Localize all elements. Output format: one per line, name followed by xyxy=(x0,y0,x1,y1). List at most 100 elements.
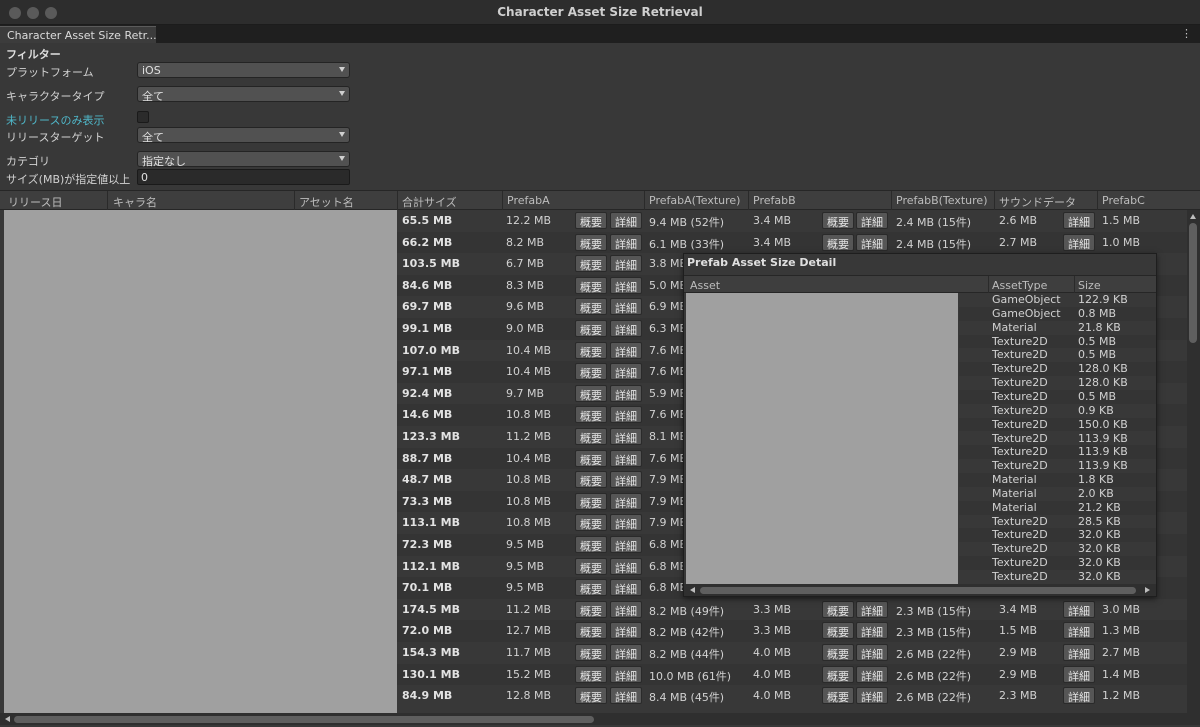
prefab-a-summary-button[interactable]: 概要 xyxy=(575,557,607,575)
prefab-b-summary-button[interactable]: 概要 xyxy=(822,687,854,705)
sound-detail-button[interactable]: 詳細 xyxy=(1063,622,1095,640)
prefab-a-detail-button[interactable]: 詳細 xyxy=(610,665,642,683)
sound-detail-button[interactable]: 詳細 xyxy=(1063,212,1095,229)
sound-detail-button[interactable]: 詳細 xyxy=(1063,600,1095,618)
popup-table-row[interactable]: Material 21.2 KB xyxy=(959,500,1156,515)
more-menu-icon[interactable]: ⋮ xyxy=(1181,27,1192,40)
column-header-asset-name[interactable]: アセット名 xyxy=(299,194,354,210)
scroll-left-icon[interactable] xyxy=(5,716,10,722)
prefab-a-detail-button[interactable]: 詳細 xyxy=(610,212,642,229)
prefab-b-detail-button[interactable]: 詳細 xyxy=(856,212,888,229)
popup-table-row[interactable]: Material 1.8 KB xyxy=(959,473,1156,487)
prefab-a-detail-button[interactable]: 詳細 xyxy=(610,363,642,381)
column-header-prefab-c[interactable]: PrefabC xyxy=(1102,194,1145,207)
prefab-a-summary-button[interactable]: 概要 xyxy=(575,406,607,424)
prefab-a-detail-button[interactable]: 詳細 xyxy=(610,471,642,489)
prefab-a-summary-button[interactable]: 概要 xyxy=(575,428,607,445)
prefab-a-detail-button[interactable]: 詳細 xyxy=(610,255,642,273)
prefab-b-detail-button[interactable]: 詳細 xyxy=(856,665,888,683)
prefab-b-detail-button[interactable]: 詳細 xyxy=(856,600,888,618)
prefab-a-detail-button[interactable]: 詳細 xyxy=(610,406,642,424)
popup-column-header-asset[interactable]: Asset xyxy=(690,279,720,292)
prefab-a-summary-button[interactable]: 概要 xyxy=(575,276,607,294)
column-header-total-size[interactable]: 合計サイズ xyxy=(402,194,457,210)
prefab-b-detail-button[interactable]: 詳細 xyxy=(856,687,888,705)
horizontal-scrollbar[interactable] xyxy=(0,713,1200,725)
popup-table-row[interactable]: Texture2D 150.0 KB xyxy=(959,417,1156,432)
prefab-b-summary-button[interactable]: 概要 xyxy=(822,233,854,251)
popup-table-row[interactable]: Texture2D 32.0 KB xyxy=(959,542,1156,556)
popup-table-row[interactable]: Material 21.8 KB xyxy=(959,321,1156,335)
prefab-a-detail-button[interactable]: 詳細 xyxy=(610,687,642,705)
prefab-a-summary-button[interactable]: 概要 xyxy=(575,298,607,316)
table-row[interactable]: 65.5 MB 12.2 MB 9.4 MB (52件) 3.4 MB 2.4 MB (… xyxy=(397,210,1187,232)
prefab-a-detail-button[interactable]: 詳細 xyxy=(610,233,642,251)
popup-column-header-size[interactable]: Size xyxy=(1078,279,1101,292)
prefab-b-detail-button[interactable]: 詳細 xyxy=(856,233,888,251)
popup-table-row[interactable]: Texture2D 32.0 KB xyxy=(959,528,1156,543)
popup-table-row[interactable]: Texture2D 0.5 MB xyxy=(959,348,1156,362)
prefab-a-summary-button[interactable]: 概要 xyxy=(575,233,607,251)
popup-table-row[interactable]: GameObject 122.9 KB xyxy=(959,293,1156,307)
table-row[interactable]: 154.3 MB 11.7 MB 8.2 MB (44件) 4.0 MB 2.6 MB … xyxy=(397,642,1187,664)
character-type-dropdown[interactable]: 全て xyxy=(137,86,350,103)
prefab-a-detail-button[interactable]: 詳細 xyxy=(610,557,642,575)
sound-detail-button[interactable]: 詳細 xyxy=(1063,665,1095,683)
prefab-a-detail-button[interactable]: 詳細 xyxy=(610,536,642,553)
column-header-sound-data[interactable]: サウンドデータ xyxy=(999,194,1076,210)
table-row[interactable]: 174.5 MB 11.2 MB 8.2 MB (49件) 3.3 MB 2.3 MB … xyxy=(397,599,1187,621)
prefab-a-summary-button[interactable]: 概要 xyxy=(575,255,607,273)
popup-table-row[interactable]: Texture2D 113.9 KB xyxy=(959,432,1156,446)
column-header-prefab-b[interactable]: PrefabB xyxy=(753,194,796,207)
popup-table-row[interactable]: Texture2D 113.9 KB xyxy=(959,459,1156,473)
prefab-a-summary-button[interactable]: 概要 xyxy=(575,622,607,640)
release-target-dropdown[interactable]: 全て xyxy=(137,127,350,144)
prefab-a-summary-button[interactable]: 概要 xyxy=(575,687,607,705)
prefab-a-detail-button[interactable]: 詳細 xyxy=(610,622,642,640)
prefab-a-summary-button[interactable]: 概要 xyxy=(575,320,607,337)
sound-detail-button[interactable]: 詳細 xyxy=(1063,644,1095,661)
prefab-a-detail-button[interactable]: 詳細 xyxy=(610,600,642,618)
popup-horizontal-scrollbar[interactable] xyxy=(684,584,1156,596)
popup-column-header-asset-type[interactable]: AssetType xyxy=(992,279,1047,292)
prefab-a-detail-button[interactable]: 詳細 xyxy=(610,341,642,359)
prefab-b-summary-button[interactable]: 概要 xyxy=(822,600,854,618)
column-header-character-name[interactable]: キャラ名 xyxy=(113,194,157,210)
prefab-b-summary-button[interactable]: 概要 xyxy=(822,665,854,683)
prefab-b-detail-button[interactable]: 詳細 xyxy=(856,644,888,661)
popup-table-row[interactable]: Texture2D 0.5 MB xyxy=(959,334,1156,349)
prefab-a-summary-button[interactable]: 概要 xyxy=(575,449,607,467)
popup-table-row[interactable]: Texture2D 128.0 KB xyxy=(959,362,1156,377)
prefab-b-summary-button[interactable]: 概要 xyxy=(822,622,854,640)
vertical-scroll-thumb[interactable] xyxy=(1189,223,1197,343)
prefab-a-summary-button[interactable]: 概要 xyxy=(575,644,607,661)
prefab-a-detail-button[interactable]: 詳細 xyxy=(610,644,642,661)
prefab-a-summary-button[interactable]: 概要 xyxy=(575,471,607,489)
prefab-a-summary-button[interactable]: 概要 xyxy=(575,212,607,229)
platform-dropdown[interactable]: iOS xyxy=(137,62,350,78)
popup-table-row[interactable]: Texture2D 113.9 KB xyxy=(959,445,1156,460)
tab-character-asset-size[interactable]: Character Asset Size Retr... xyxy=(0,26,156,43)
table-row[interactable]: 66.2 MB 8.2 MB 6.1 MB (33件) 3.4 MB 2.4 MB (1… xyxy=(397,231,1187,254)
sound-detail-button[interactable]: 詳細 xyxy=(1063,233,1095,251)
popup-table-row[interactable]: Texture2D 28.5 KB xyxy=(959,515,1156,529)
prefab-b-summary-button[interactable]: 概要 xyxy=(822,212,854,229)
prefab-b-summary-button[interactable]: 概要 xyxy=(822,644,854,661)
column-header-prefab-b-texture[interactable]: PrefabB(Texture) xyxy=(896,194,987,207)
prefab-a-detail-button[interactable]: 詳細 xyxy=(610,428,642,445)
table-row[interactable]: 84.9 MB 12.8 MB 8.4 MB (45件) 4.0 MB 2.6 MB (… xyxy=(397,685,1187,707)
popup-table-row[interactable]: Material 2.0 KB xyxy=(959,487,1156,501)
popup-table-row[interactable]: Texture2D 0.5 MB xyxy=(959,389,1156,404)
prefab-a-summary-button[interactable]: 概要 xyxy=(575,384,607,402)
prefab-a-detail-button[interactable]: 詳細 xyxy=(610,449,642,467)
scroll-left-icon[interactable] xyxy=(690,587,695,593)
prefab-b-detail-button[interactable]: 詳細 xyxy=(856,622,888,640)
column-header-release-date[interactable]: リリース日 xyxy=(8,194,62,210)
column-header-prefab-a[interactable]: PrefabA xyxy=(507,194,550,207)
prefab-a-detail-button[interactable]: 詳細 xyxy=(610,384,642,402)
prefab-a-detail-button[interactable]: 詳細 xyxy=(610,579,642,597)
popup-table-row[interactable]: Texture2D 0.9 KB xyxy=(959,404,1156,418)
prefab-a-detail-button[interactable]: 詳細 xyxy=(610,492,642,510)
prefab-a-detail-button[interactable]: 詳細 xyxy=(610,298,642,316)
prefab-a-detail-button[interactable]: 詳細 xyxy=(610,276,642,294)
